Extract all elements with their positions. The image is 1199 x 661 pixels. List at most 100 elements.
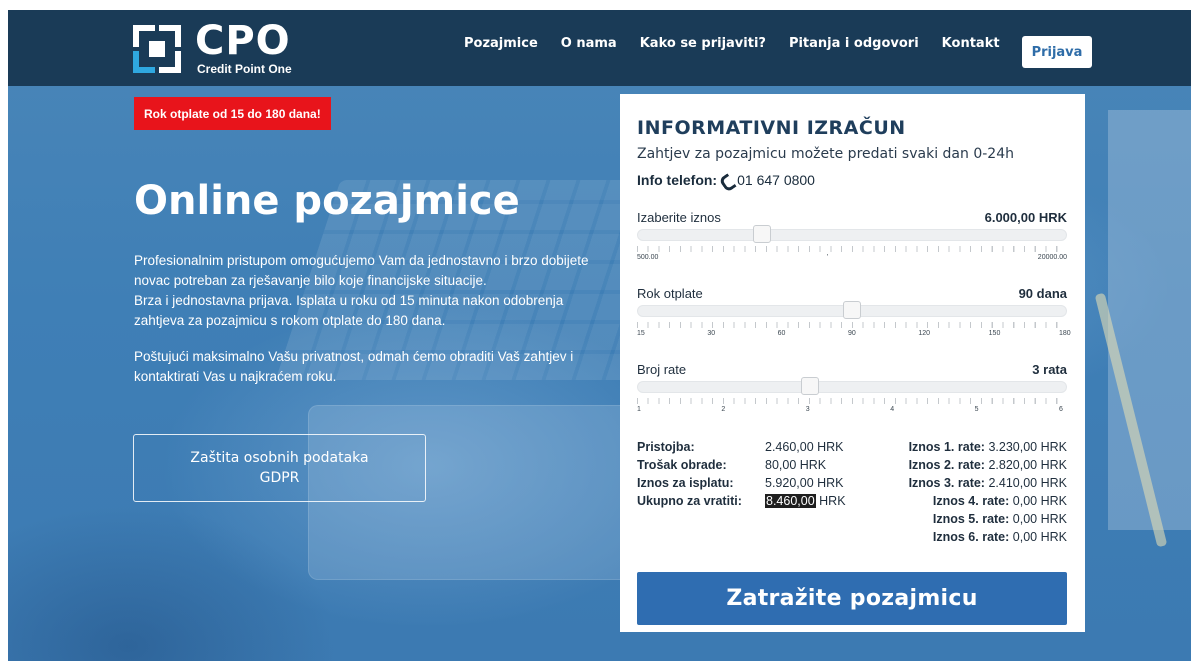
summary-costs: Pristojba: 2.460,00 HRK Trošak obrade: 8… — [637, 438, 897, 510]
nav-item-o-nama[interactable]: O nama — [561, 36, 617, 51]
installment-5-value: 0,00 HRK — [1012, 512, 1067, 526]
hero-paragraph-2: Brza i jednostavna prijava. Isplata u ro… — [134, 293, 564, 328]
calculator-title: INFORMATIVNI IZRAČUN — [637, 117, 906, 139]
installments-slider-thumb[interactable] — [800, 377, 819, 395]
installment-4-value: 0,00 HRK — [1012, 494, 1067, 508]
hero-title: Online pozajmice — [134, 178, 520, 224]
installments-tick-label: 4 — [890, 406, 895, 413]
total-label: Ukupno za vratiti: — [637, 494, 742, 508]
main-nav: Pozajmice O nama Kako se prijaviti? Pita… — [464, 36, 1023, 51]
summary-row-payout: Iznos za isplatu: 5.920,00 HRK — [637, 474, 897, 492]
total-value: 8.460,00 HRK — [765, 492, 846, 510]
login-button[interactable]: Prijava — [1022, 36, 1092, 68]
term-label: Rok otplate — [637, 286, 703, 301]
installment-2-label: Iznos 2. rate: — [908, 458, 985, 472]
installment-row: Iznos 4. rate: 0,00 HRK — [867, 492, 1067, 510]
term-value: 90 dana — [1018, 286, 1067, 301]
brand-logo[interactable]: CPO Credit Point One — [133, 18, 303, 78]
logo-name: CPO — [195, 18, 291, 64]
term-tick-label: 120 — [918, 330, 931, 337]
term-tick-label: 15 — [637, 330, 645, 337]
summary-row-processing: Trošak obrade: 80,00 HRK — [637, 456, 897, 474]
installment-3-value: 2.410,00 HRK — [988, 476, 1067, 490]
gdpr-button[interactable]: Zaštita osobnih podataka GDPR — [133, 434, 426, 502]
fee-label: Pristojba: — [637, 440, 695, 454]
installments-slider-ticks — [637, 398, 1067, 404]
installment-5-label: Iznos 5. rate: — [932, 512, 1010, 526]
promo-badge: Rok otplate od 15 do 180 dana! — [134, 97, 331, 130]
installment-4-label: Iznos 4. rate: — [932, 494, 1010, 508]
term-slider-thumb[interactable] — [843, 301, 861, 319]
installments-tick-label: 5 — [974, 406, 979, 413]
nav-item-pozajmice[interactable]: Pozajmice — [464, 36, 538, 51]
term-tick-label: 60 — [777, 330, 786, 337]
term-tick-label: 90 — [848, 330, 856, 337]
payout-label: Iznos za isplatu: — [637, 476, 734, 490]
term-tick-label: 30 — [707, 330, 716, 337]
term-tick-label: 150 — [988, 330, 1001, 337]
installments-tick-label: 6 — [1059, 406, 1063, 413]
fee-value: 2.460,00 HRK — [765, 440, 844, 454]
installment-6-label: Iznos 6. rate: — [932, 530, 1010, 544]
phone-icon — [721, 174, 733, 186]
hero-description: Profesionalnim pristupom omogućujemo Vam… — [134, 251, 594, 387]
installments-tick-label: 1 — [637, 406, 641, 413]
installments-label: Broj rate — [637, 362, 687, 377]
info-phone-label: Info telefon: — [637, 172, 718, 188]
term-slider-block: Rok otplate 90 dana 15 30 60 90 120 150 180 — [637, 286, 1071, 346]
hero-paragraph-3: Poštujući maksimalno Vašu privatnost, od… — [134, 349, 574, 384]
amount-slider-thumb[interactable] — [753, 225, 772, 243]
installments-tick-label: 3 — [805, 406, 810, 413]
gdpr-button-line2: GDPR — [259, 470, 300, 486]
amount-slider-track[interactable] — [637, 229, 1067, 241]
installment-row: Iznos 6. rate: 0,00 HRK — [867, 528, 1067, 546]
nav-item-kako-se-prijaviti[interactable]: Kako se prijaviti? — [640, 36, 766, 51]
installments-slider-block: Broj rate 3 rata 1 2 3 4 5 6 — [637, 362, 1067, 422]
installments-value: 3 rata — [1032, 362, 1067, 377]
payout-value: 5.920,00 HRK — [765, 476, 844, 490]
logo-subtitle: Credit Point One — [197, 62, 292, 76]
term-tick-label: 180 — [1059, 330, 1071, 337]
amount-max-label: 20000.00 — [1037, 254, 1067, 261]
installments-tick-label: 2 — [721, 406, 726, 413]
total-value-highlight: 8.460,00 — [765, 494, 816, 508]
total-value-unit: HRK — [819, 494, 846, 508]
amount-min-label: 500.00 — [637, 254, 659, 261]
term-slider-ticks — [637, 322, 1067, 328]
loan-calculator: INFORMATIVNI IZRAČUN Zahtjev za pozajmic… — [620, 94, 1085, 632]
processing-label: Trošak obrade: — [637, 458, 727, 472]
installments-tick-labels: 1 2 3 4 5 6 — [637, 406, 1067, 418]
processing-value: 80,00 HRK — [765, 458, 827, 472]
info-phone: Info telefon: 01 647 0800 — [637, 172, 815, 188]
hero-paragraph-1: Profesionalnim pristupom omogućujemo Vam… — [134, 253, 589, 288]
amount-tick-labels: 500.00 ' 20000.00 — [637, 254, 1067, 266]
installment-2-value: 2.820,00 HRK — [988, 458, 1067, 472]
installment-1-value: 3.230,00 HRK — [988, 440, 1067, 454]
summary-row-total: Ukupno za vratiti: 8.460,00 HRK — [637, 492, 897, 510]
installment-row: Iznos 5. rate: 0,00 HRK — [867, 510, 1067, 528]
summary-row-fee: Pristojba: 2.460,00 HRK — [637, 438, 897, 456]
term-tick-labels: 15 30 60 90 120 150 180 — [637, 330, 1071, 342]
logo-mark-icon — [133, 25, 185, 73]
amount-slider-ticks — [637, 246, 1067, 252]
background-notebook — [1108, 110, 1191, 530]
installment-1-label: Iznos 1. rate: — [908, 440, 985, 454]
info-phone-number[interactable]: 01 647 0800 — [737, 172, 815, 188]
installment-3-label: Iznos 3. rate: — [908, 476, 985, 490]
page-frame: CPO Credit Point One Pozajmice O nama Ka… — [8, 10, 1191, 661]
installments-slider-track[interactable] — [637, 381, 1067, 393]
calculator-subtitle: Zahtjev za pozajmicu možete predati svak… — [637, 146, 1014, 162]
gdpr-button-line1: Zaštita osobnih podataka — [190, 450, 369, 466]
amount-value: 6.000,00 HRK — [984, 210, 1067, 225]
installment-row: Iznos 1. rate: 3.230,00 HRK — [867, 438, 1067, 456]
nav-item-pitanja-i-odgovori[interactable]: Pitanja i odgovori — [789, 36, 919, 51]
summary-installments: Iznos 1. rate: 3.230,00 HRK Iznos 2. rat… — [867, 438, 1067, 546]
amount-label: Izaberite iznos — [637, 210, 721, 225]
nav-item-kontakt[interactable]: Kontakt — [942, 36, 1000, 51]
request-loan-button[interactable]: Zatražite pozajmicu — [637, 572, 1067, 625]
amount-mid-tick-label: ' — [827, 254, 829, 261]
amount-slider-block: Izaberite iznos 6.000,00 HRK 500.00 ' 20… — [637, 210, 1067, 270]
calculation-summary: Pristojba: 2.460,00 HRK Trošak obrade: 8… — [637, 438, 1067, 548]
installment-6-value: 0,00 HRK — [1012, 530, 1067, 544]
installment-row: Iznos 3. rate: 2.410,00 HRK — [867, 474, 1067, 492]
